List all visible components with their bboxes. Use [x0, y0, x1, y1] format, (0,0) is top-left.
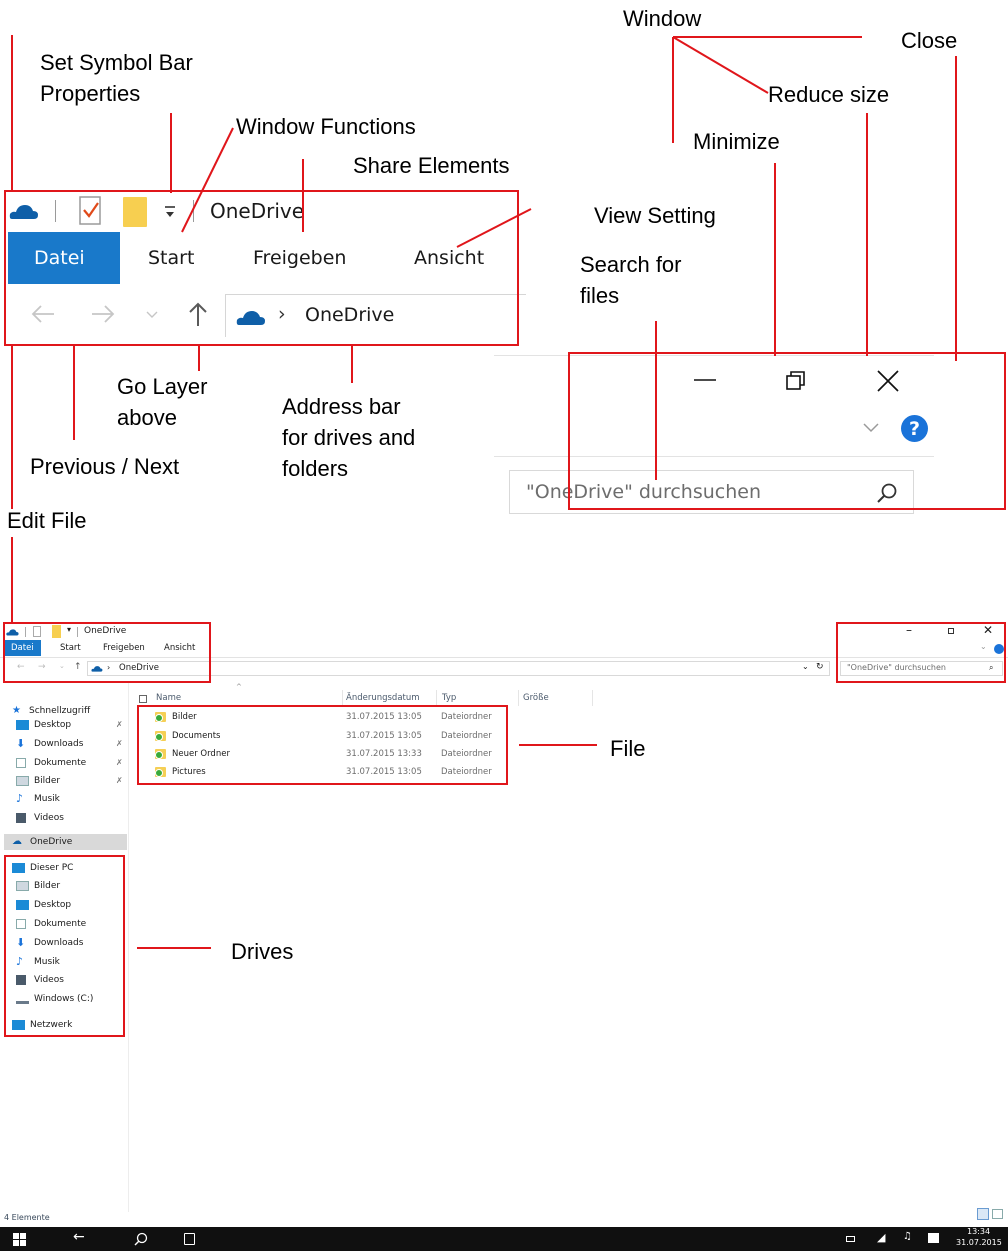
pin-icon[interactable]: ✗ — [116, 773, 123, 789]
nav-label: Bilder — [34, 776, 61, 786]
documents-icon — [16, 758, 26, 768]
annotation-view-setting: View Setting — [594, 203, 716, 228]
nav-quick-music[interactable]: ♪ Musik — [16, 791, 60, 807]
desktop-icon — [16, 720, 29, 730]
nav-label: Videos — [34, 813, 64, 823]
nav-quick-downloads[interactable]: ⬇ Downloads ✗ — [16, 736, 123, 752]
annotation-address-bar-line1: Address bar — [282, 394, 401, 419]
music-icon: ♪ — [16, 792, 24, 805]
annotation-set-symbol-bar-line2: Properties — [40, 81, 141, 106]
nav-onedrive[interactable]: ☁ OneDrive — [12, 834, 72, 850]
star-icon: ★ — [12, 705, 21, 716]
column-divider[interactable] — [518, 690, 519, 706]
volume-icon[interactable]: ♫ — [903, 1231, 912, 1242]
select-all-checkbox[interactable] — [139, 695, 147, 703]
annotation-search-line2: files — [580, 283, 620, 308]
annotation-close: Close — [901, 28, 958, 53]
highlight-ribbon-small — [3, 622, 211, 683]
status-item-count: 4 Elemente — [4, 1213, 50, 1222]
pin-icon[interactable]: ✗ — [116, 736, 123, 752]
notifications-icon[interactable] — [928, 1233, 939, 1243]
highlight-drives — [4, 855, 125, 1037]
nav-label: OneDrive — [30, 837, 73, 847]
clock-date[interactable]: 31.07.2015 — [956, 1238, 1002, 1247]
onedrive-cloud-icon: ☁ — [12, 836, 22, 847]
pin-icon[interactable]: ✗ — [116, 717, 123, 733]
sort-chevron-icon: ^ — [236, 683, 242, 691]
annotation-window: Window — [623, 6, 702, 31]
annotation-search-line1: Search for — [580, 252, 682, 277]
annotation-address-bar-line3: folders — [282, 456, 349, 481]
nav-label: Dokumente — [34, 758, 87, 768]
annotation-share-elements: Share Elements — [353, 153, 510, 178]
nav-quick-documents[interactable]: Dokumente ✗ — [16, 755, 123, 771]
column-divider[interactable] — [436, 690, 437, 706]
annotation-window-functions: Window Functions — [236, 114, 416, 139]
highlight-window-buttons-zoom — [568, 352, 1006, 510]
nav-label: Desktop — [34, 720, 72, 730]
search-icon[interactable] — [134, 1232, 148, 1246]
highlight-files — [137, 705, 508, 785]
column-divider[interactable] — [342, 690, 343, 706]
large-icons-view-icon[interactable] — [992, 1209, 1003, 1219]
nav-quick-desktop[interactable]: Desktop ✗ — [16, 717, 123, 733]
column-divider[interactable] — [592, 690, 593, 706]
highlight-ribbon-zoom — [4, 190, 519, 346]
annotation-edit-file: Edit File — [7, 508, 87, 533]
column-header-size[interactable]: Größe — [523, 693, 549, 703]
downloads-icon: ⬇ — [16, 737, 26, 750]
nav-label: Downloads — [34, 739, 84, 749]
column-header-date[interactable]: Änderungsdatum — [346, 693, 420, 703]
refresh-icon[interactable]: ↻ — [816, 662, 824, 672]
battery-icon[interactable] — [846, 1236, 855, 1242]
annotation-file: File — [610, 736, 646, 761]
annotation-minimize: Minimize — [693, 129, 780, 154]
nav-onedrive-selected[interactable]: ☁ OneDrive — [4, 834, 127, 850]
annotation-go-layer-line2: above — [117, 405, 177, 430]
clock-time[interactable]: 13:34 — [967, 1227, 990, 1236]
highlight-window-buttons-small — [836, 622, 1006, 683]
windows-start-icon[interactable] — [13, 1233, 26, 1246]
back-arrow-icon[interactable]: ← — [73, 1229, 85, 1245]
nav-quick-pictures[interactable]: Bilder ✗ — [16, 773, 123, 789]
annotation-drives: Drives — [231, 939, 294, 964]
annotation-address-bar-line2: for drives and — [282, 425, 416, 450]
nav-quick-videos[interactable]: Videos — [16, 810, 64, 826]
taskbar: ← ◢ ♫ 13:34 31.07.2015 — [0, 1227, 1008, 1251]
pane-divider — [128, 682, 129, 1212]
column-header-name[interactable]: Name — [156, 693, 181, 703]
wifi-icon[interactable]: ◢ — [877, 1231, 885, 1244]
pictures-icon — [16, 776, 29, 786]
task-view-icon[interactable] — [184, 1233, 195, 1245]
nav-label: Musik — [34, 794, 60, 804]
column-header-type[interactable]: Typ — [442, 693, 456, 703]
details-view-icon[interactable] — [977, 1208, 989, 1220]
annotation-previous-next: Previous / Next — [30, 454, 180, 479]
annotation-go-layer-line1: Go Layer — [117, 374, 208, 399]
pin-icon[interactable]: ✗ — [116, 755, 123, 771]
address-dropdown-icon[interactable]: ⌄ — [802, 662, 809, 671]
videos-icon — [16, 813, 26, 823]
annotation-reduce-size: Reduce size — [768, 82, 890, 107]
annotation-set-symbol-bar-line1: Set Symbol Bar — [40, 50, 193, 75]
